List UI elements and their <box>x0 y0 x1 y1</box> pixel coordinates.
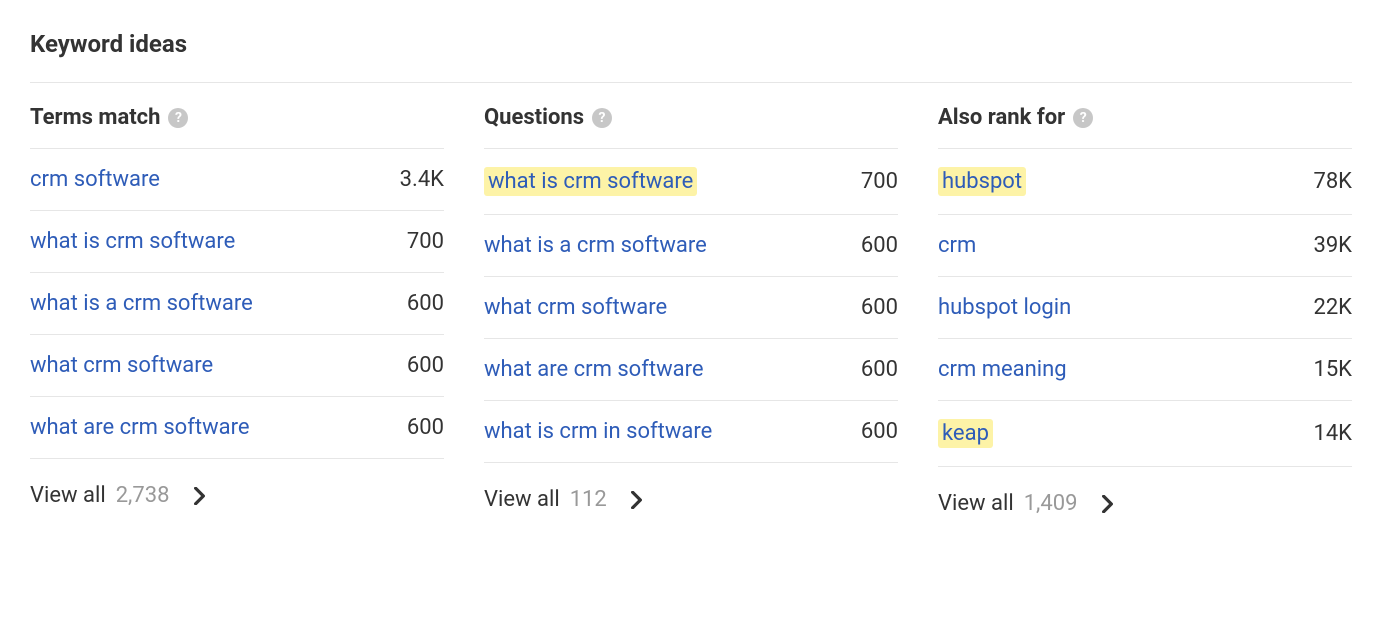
view-all-label: View all <box>938 491 1014 516</box>
volume-value: 600 <box>407 415 444 440</box>
volume-value: 22K <box>1313 295 1352 320</box>
volume-value: 39K <box>1313 233 1352 258</box>
list-item: what crm software 600 <box>484 277 898 339</box>
volume-value: 700 <box>861 169 898 194</box>
keyword-link[interactable]: what are crm software <box>484 357 704 382</box>
volume-value: 700 <box>407 229 444 254</box>
column-also-rank-for: Also rank for ? hubspot 78K crm 39K hubs… <box>938 83 1352 516</box>
keyword-link[interactable]: hubspot login <box>938 295 1071 320</box>
volume-value: 600 <box>861 357 898 382</box>
column-title: Also rank for <box>938 105 1065 130</box>
keyword-link[interactable]: hubspot <box>938 167 1026 196</box>
list-item: what crm software 600 <box>30 335 444 397</box>
list-item: crm meaning 15K <box>938 339 1352 401</box>
view-all-label: View all <box>30 483 106 508</box>
view-all-button[interactable]: View all 2,738 <box>30 459 444 508</box>
volume-value: 78K <box>1313 169 1352 194</box>
volume-value: 3.4K <box>400 167 444 192</box>
list-item: crm 39K <box>938 215 1352 277</box>
column-terms-match: Terms match ? crm software 3.4K what is … <box>30 83 444 516</box>
keyword-ideas-columns: Terms match ? crm software 3.4K what is … <box>30 82 1352 516</box>
view-all-count: 112 <box>570 487 607 512</box>
volume-value: 600 <box>861 419 898 444</box>
keyword-link[interactable]: what is a crm software <box>30 291 253 316</box>
column-title: Terms match <box>30 105 160 130</box>
keyword-link[interactable]: what is a crm software <box>484 233 707 258</box>
volume-value: 600 <box>407 353 444 378</box>
keyword-link[interactable]: what crm software <box>484 295 667 320</box>
keyword-link[interactable]: what is crm software <box>484 167 697 196</box>
list-item: hubspot 78K <box>938 149 1352 215</box>
section-title: Keyword ideas <box>30 30 1352 82</box>
column-title: Questions <box>484 105 584 130</box>
volume-value: 600 <box>407 291 444 316</box>
keyword-link[interactable]: crm software <box>30 167 160 192</box>
list-item: what are crm software 600 <box>30 397 444 459</box>
view-all-button[interactable]: View all 1,409 <box>938 467 1352 516</box>
list-item: what is crm in software 600 <box>484 401 898 463</box>
list-item: what is a crm software 600 <box>30 273 444 335</box>
view-all-label: View all <box>484 487 560 512</box>
keyword-link[interactable]: crm meaning <box>938 357 1067 382</box>
list-item: keap 14K <box>938 401 1352 467</box>
keyword-link[interactable]: what crm software <box>30 353 213 378</box>
chevron-right-icon <box>627 490 647 510</box>
view-all-count: 1,409 <box>1024 491 1078 516</box>
volume-value: 14K <box>1313 421 1352 446</box>
list-item: hubspot login 22K <box>938 277 1352 339</box>
view-all-count: 2,738 <box>116 483 170 508</box>
help-icon[interactable]: ? <box>1073 108 1093 128</box>
volume-value: 600 <box>861 233 898 258</box>
list-item: what is a crm software 600 <box>484 215 898 277</box>
keyword-link[interactable]: crm <box>938 233 976 258</box>
list-item: crm software 3.4K <box>30 149 444 211</box>
help-icon[interactable]: ? <box>168 108 188 128</box>
list-item: what is crm software 700 <box>30 211 444 273</box>
view-all-button[interactable]: View all 112 <box>484 463 898 512</box>
column-header: Questions ? <box>484 83 898 149</box>
column-header: Also rank for ? <box>938 83 1352 149</box>
keyword-link[interactable]: what is crm in software <box>484 419 712 444</box>
column-header: Terms match ? <box>30 83 444 149</box>
keyword-link[interactable]: what are crm software <box>30 415 250 440</box>
keyword-link[interactable]: keap <box>938 419 993 448</box>
volume-value: 15K <box>1313 357 1352 382</box>
keyword-link[interactable]: what is crm software <box>30 229 235 254</box>
list-item: what are crm software 600 <box>484 339 898 401</box>
chevron-right-icon <box>1097 494 1117 514</box>
chevron-right-icon <box>189 486 209 506</box>
column-questions: Questions ? what is crm software 700 wha… <box>484 83 898 516</box>
help-icon[interactable]: ? <box>592 108 612 128</box>
list-item: what is crm software 700 <box>484 149 898 215</box>
volume-value: 600 <box>861 295 898 320</box>
